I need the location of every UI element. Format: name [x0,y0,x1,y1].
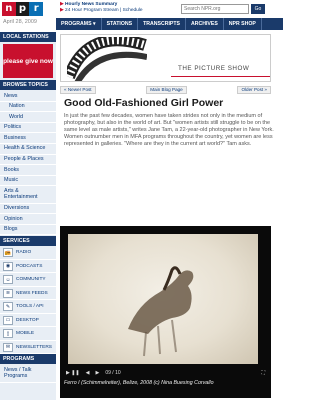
radio-icon: 📻 [3,248,13,258]
service-label: NEWSLETTERS [16,344,52,350]
left-sidebar: LOCAL STATIONS please give now BROWSE TO… [0,32,56,400]
blog-navigation: « Newer Post Main Blog Page Older Post » [60,86,271,94]
nav-stations[interactable]: STATIONS [102,18,139,30]
nav-transcripts[interactable]: TRANSCRIPTS [138,18,186,30]
browse-topics-heading: BROWSE TOPICS [0,80,56,90]
sidebar-program-link[interactable]: News / Talk Programs [0,365,56,383]
nav-shop[interactable]: NPR SHOP [224,18,262,30]
top-nav: PROGRAMS ▾ STATIONS TRANSCRIPTS ARCHIVES… [56,18,283,30]
sidebar-topic-health-science[interactable]: Health & Science [0,144,56,155]
community-icon: ☺ [3,275,13,285]
horse-photo[interactable] [68,234,258,364]
audio-promo: ▶ Hourly News Summary ▶ 24 Hour Program … [60,2,143,13]
service-news-feeds[interactable]: ≋ NEWS FEEDS [0,287,56,301]
fullscreen-icon[interactable]: ⛶ [261,370,265,376]
logo-letter-r: r [29,2,44,16]
sidebar-topic-music[interactable]: Music [0,176,56,187]
services-heading: SERVICES [0,236,56,247]
logo-letter-p: p [15,2,30,16]
search-button[interactable]: Go [251,4,265,14]
sidebar-topic-nation[interactable]: Nation [0,102,56,113]
sidebar-topic-politics[interactable]: Politics [0,123,56,134]
current-date: April 28, 2009 [3,19,37,25]
older-post-link[interactable]: Older Post » [237,86,271,94]
film-reel-icon [67,37,147,81]
nav-programs[interactable]: PROGRAMS ▾ [56,18,102,30]
programs-heading: PROGRAMS [0,354,56,365]
service-label: PODCASTS [16,263,43,269]
npr-logo[interactable]: n p r [2,2,44,16]
horse-silhouette [128,266,194,357]
sidebar-topic-blogs[interactable]: Blogs [0,225,56,236]
service-mobile[interactable]: ▯ MOBILE [0,327,56,341]
services-list: 📻 RADIO ◉ PODCASTS ☺ COMMUNITY ≋ NEWS FEEDS ✎ TOO… [0,246,56,355]
article-body: In just the past few decades, women have… [64,113,274,148]
sidebar-topic-arts-entertainment[interactable]: Arts & Entertainment [0,186,56,204]
photo-counter: 09 / 10 [105,370,121,376]
sidebar-topic-diversions[interactable]: Diversions [0,204,56,215]
desktop-icon: ▭ [3,315,13,325]
service-label: COMMUNITY [16,277,46,283]
service-community[interactable]: ☺ COMMUNITY [0,273,56,287]
hourly-news-link[interactable]: Hourly News Summary [65,2,117,7]
service-podcasts[interactable]: ◉ PODCASTS [0,260,56,274]
article-headline: Good Old-Fashioned Girl Power [64,97,224,109]
sidebar-topic-world[interactable]: World [0,112,56,123]
schedule-link[interactable]: Schedule [123,8,143,13]
mobile-icon: ▯ [3,329,13,339]
photo-slideshow: ▶ ❚❚ ◀ ▶ 09 / 10 ⛶ Ferro I (Schimmelreit… [60,226,271,398]
local-stations-heading[interactable]: LOCAL STATIONS [0,32,56,42]
play-pause-button[interactable]: ▶ ❚❚ [66,370,80,376]
service-desktop[interactable]: ▭ DESKTOP [0,314,56,328]
service-label: RADIO [16,250,32,256]
service-label: TOOLS / API [16,304,44,310]
blog-banner[interactable]: THE PICTURE SHOW [60,34,271,82]
title-divider [171,76,270,77]
next-button[interactable]: ▶ [95,370,99,376]
program-stream-link[interactable]: 24 Hour Program Stream [65,8,119,13]
tools-icon: ✎ [3,302,13,312]
service-label: DESKTOP [16,317,39,323]
sidebar-topic-opinion[interactable]: Opinion [0,214,56,225]
service-label: NEWS FEEDS [16,290,48,296]
service-tools-api[interactable]: ✎ TOOLS / API [0,300,56,314]
site-header: n p r April 28, 2009 ▶ Hourly News Summa… [0,0,283,32]
search-input[interactable] [181,4,249,14]
previous-button[interactable]: ◀ [86,370,90,376]
programs-list: News / Talk Programs [0,364,56,383]
rss-icon: ≋ [3,288,13,298]
newsletter-icon: ✉ [3,342,13,352]
play-icon[interactable]: ▶ [60,2,64,7]
topic-list: News Nation World Politics Business Health & … [0,90,56,236]
nav-archives[interactable]: ARCHIVES [186,18,224,30]
pledge-ad[interactable]: please give now [3,44,53,78]
service-newsletters[interactable]: ✉ NEWSLETTERS [0,341,56,355]
photo-caption: Ferro I (Schimmelreiter), Belize, 2008 (… [64,380,214,386]
blog-title: THE PICTURE SHOW [178,65,250,72]
play-icon[interactable]: ▶ [60,8,64,13]
main-blog-link[interactable]: Main Blog Page [146,86,187,94]
sidebar-topic-news[interactable]: News [0,91,56,102]
service-radio[interactable]: 📻 RADIO [0,246,56,260]
newer-post-link[interactable]: « Newer Post [60,86,96,94]
service-label: MOBILE [16,331,35,337]
logo-letter-n: n [2,2,16,16]
slideshow-controls: ▶ ❚❚ ◀ ▶ 09 / 10 ⛶ [60,368,271,378]
podcast-icon: ◉ [3,261,13,271]
main-content: THE PICTURE SHOW « Newer Post Main Blog … [60,34,283,398]
sidebar-topic-books[interactable]: Books [0,165,56,176]
sidebar-topic-people-places[interactable]: People & Places [0,155,56,166]
sidebar-topic-business[interactable]: Business [0,133,56,144]
